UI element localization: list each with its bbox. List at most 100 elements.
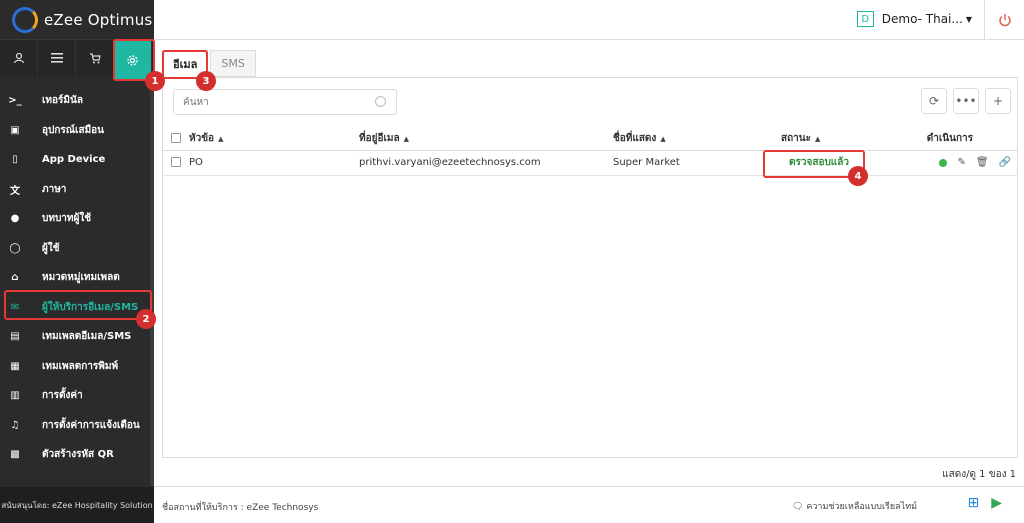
more-icon: ••• bbox=[955, 94, 977, 108]
sort-icon: ▲ bbox=[660, 135, 666, 144]
menu-icon[interactable] bbox=[38, 40, 76, 76]
sidebar-item-settings[interactable]: ▥ การตั้งค่า bbox=[0, 381, 154, 411]
power-icon[interactable] bbox=[984, 0, 1024, 40]
qr-icon: ▩ bbox=[10, 449, 20, 461]
active-status-dot-icon[interactable] bbox=[939, 158, 948, 167]
delete-icon[interactable]: 🗑 bbox=[976, 157, 989, 168]
realtime-help-label: ความช่วยเหลือแบบเรียลไทม์ bbox=[806, 502, 918, 512]
table-header-row: หัวข้อ ▲ ที่อยู่อีเมล ▲ ชื่อที่แสดง ▲ สถานะ… bbox=[163, 128, 1017, 151]
property-badge: D bbox=[856, 11, 874, 27]
device-icon: ▣ bbox=[10, 124, 20, 136]
select-all-checkbox[interactable] bbox=[171, 133, 181, 144]
sidebar-item-label: หมวดหมู่เทมเพลต bbox=[42, 272, 120, 284]
more-button[interactable]: ••• bbox=[953, 88, 979, 114]
column-email[interactable]: ที่อยู่อีเมล ▲ bbox=[359, 128, 613, 151]
search-box bbox=[173, 89, 397, 115]
annotation-marker: 4 bbox=[848, 166, 868, 186]
column-display-name[interactable]: ชื่อที่แสดง ▲ bbox=[613, 128, 781, 151]
column-status[interactable]: สถานะ ▲ bbox=[781, 128, 921, 151]
sidebar-item-label: อุปกรณ์เสมือน bbox=[42, 124, 105, 136]
terminal-icon: >_ bbox=[8, 95, 22, 107]
refresh-button[interactable]: ⟳ bbox=[921, 88, 947, 114]
sidebar-item-label: App Device bbox=[42, 154, 106, 166]
bell-icon: ♫ bbox=[10, 419, 20, 431]
chat-icon: 🗨 bbox=[792, 502, 804, 512]
row-checkbox[interactable] bbox=[171, 157, 181, 167]
cell-actions: ✎ 🗑 🔗 bbox=[921, 150, 1017, 176]
pagination-info: แสดง/ดู 1 ของ 1 bbox=[942, 469, 1016, 480]
user-icon[interactable] bbox=[0, 40, 38, 76]
sidebar-item-language[interactable]: 文 ภาษา bbox=[0, 175, 154, 205]
sidebar-item-users[interactable]: ◯ ผู้ใช้ bbox=[0, 234, 154, 264]
sidebar-item-virtual-device[interactable]: ▣ อุปกรณ์เสมือน bbox=[0, 116, 154, 146]
sidebar-item-terminal[interactable]: >_ เทอร์มินัล bbox=[0, 86, 154, 116]
sidebar-item-email-sms-template[interactable]: ▤ เทมเพลตอีเมล/SMS bbox=[0, 322, 154, 352]
provider-table: หัวข้อ ▲ ที่อยู่อีเมล ▲ ชื่อที่แสดง ▲ สถานะ… bbox=[163, 128, 1017, 176]
user-role-icon: ● bbox=[10, 213, 20, 225]
sidebar-item-label: เทมเพลตอีเมล/SMS bbox=[42, 331, 132, 343]
link-icon[interactable]: 🔗 bbox=[999, 157, 1011, 168]
tab-sms[interactable]: SMS bbox=[210, 50, 256, 77]
sidebar-item-notification-settings[interactable]: ♫ การตั้งค่าการแจ้งเตือน bbox=[0, 411, 154, 441]
sidebar-item-label: การตั้งค่า bbox=[42, 390, 83, 402]
search-input[interactable] bbox=[183, 96, 373, 108]
brand[interactable]: eZee Optimus bbox=[0, 0, 154, 40]
provider-name: ชื่อสถานที่ให้บริการ : eZee Technosys bbox=[162, 503, 319, 513]
column-label: หัวข้อ bbox=[189, 133, 215, 145]
mobile-icon: ▯ bbox=[12, 154, 18, 166]
column-subject[interactable]: หัวข้อ ▲ bbox=[189, 128, 359, 151]
sidebar-menu: >_ เทอร์มินัล ▣ อุปกรณ์เสมือน ▯ App Device … bbox=[0, 86, 154, 470]
column-actions: ดำเนินการ bbox=[921, 128, 1017, 151]
inbox-icon: ⌂ bbox=[11, 272, 19, 284]
sidebar-item-label: การตั้งค่าการแจ้งเตือน bbox=[42, 419, 140, 431]
sidebar-scrollbar[interactable] bbox=[150, 76, 154, 486]
print-icon: ▦ bbox=[10, 360, 20, 372]
sidebar-item-label: เทมเพลตการพิมพ์ bbox=[42, 360, 119, 372]
highlight-email-sms-provider bbox=[4, 290, 152, 320]
cart-icon[interactable] bbox=[76, 40, 114, 76]
sidebar-item-label: ผู้ใช้ bbox=[42, 242, 60, 254]
sidebar-item-qr-generator[interactable]: ▩ ตัวสร้างรหัส QR bbox=[0, 440, 154, 470]
select-all-cell bbox=[163, 128, 189, 151]
app-root: eZee Optimus >_ เทอร์มินัล ▣ อุปกรณ์เสมือน… bbox=[0, 0, 1024, 523]
add-button[interactable]: + bbox=[985, 88, 1011, 114]
edit-icon[interactable]: ✎ bbox=[957, 157, 965, 168]
cell-subject: PO bbox=[189, 150, 359, 176]
caret-down-icon: ▼ bbox=[965, 14, 972, 24]
table-row[interactable]: PO prithvi.varyani@ezeetechnosys.com Sup… bbox=[163, 150, 1017, 176]
sort-icon: ▲ bbox=[403, 135, 409, 144]
column-label: สถานะ bbox=[781, 133, 811, 145]
app-name: eZee Optimus bbox=[44, 10, 153, 29]
column-label: ชื่อที่แสดง bbox=[613, 133, 657, 145]
sort-icon: ▲ bbox=[814, 135, 821, 144]
sidebar-item-template-category[interactable]: ⌂ หมวดหมู่เทมเพลต bbox=[0, 263, 154, 293]
column-label: ที่อยู่อีเมล bbox=[359, 133, 400, 145]
realtime-help-link[interactable]: 🗨 ความช่วยเหลือแบบเรียลไทม์ bbox=[792, 499, 917, 513]
annotation-marker: 2 bbox=[136, 309, 156, 329]
refresh-icon: ⟳ bbox=[928, 94, 940, 108]
top-header: D Demo- Thai... ▼ bbox=[154, 0, 1024, 40]
row-select-cell bbox=[163, 150, 189, 176]
logo-icon bbox=[12, 6, 38, 33]
sidebar-item-label: ภาษา bbox=[42, 183, 67, 195]
plus-icon: + bbox=[992, 94, 1004, 108]
sidebar-footer: สนับสนุนโดย: eZee Hospitality Solution bbox=[0, 487, 154, 523]
search-icon[interactable] bbox=[375, 96, 386, 107]
language-icon: 文 bbox=[10, 185, 20, 197]
settings-icon: ▥ bbox=[10, 390, 20, 402]
property-name: Demo- Thai... bbox=[881, 12, 963, 26]
sidebar-item-print-template[interactable]: ▦ เทมเพลตการพิมพ์ bbox=[0, 352, 154, 382]
app-store-links: ⊞ ▶ bbox=[967, 495, 1014, 511]
cell-display-name: Super Market bbox=[613, 150, 781, 176]
sidebar-item-label: เทอร์มินัล bbox=[42, 95, 83, 107]
sidebar-item-app-device[interactable]: ▯ App Device bbox=[0, 145, 154, 175]
toolbar-actions: ⟳ ••• + bbox=[915, 88, 1011, 114]
sidebar-item-user-role[interactable]: ● บทบาทผู้ใช้ bbox=[0, 204, 154, 234]
sort-icon: ▲ bbox=[218, 135, 224, 144]
play-store-icon[interactable]: ▶ bbox=[991, 495, 1002, 511]
page-footer: ชื่อสถานที่ให้บริการ : eZee Technosys 🗨 … bbox=[154, 486, 1024, 523]
windows-icon[interactable]: ⊞ bbox=[967, 495, 979, 511]
cell-email: prithvi.varyani@ezeetechnosys.com bbox=[359, 150, 613, 176]
property-selector[interactable]: D Demo- Thai... ▼ bbox=[856, 11, 972, 27]
provider-panel: ⟳ ••• + หัวข้อ▲ ที่อยู่อีเมล▲ ชื่อที่แสด… bbox=[162, 77, 1018, 458]
